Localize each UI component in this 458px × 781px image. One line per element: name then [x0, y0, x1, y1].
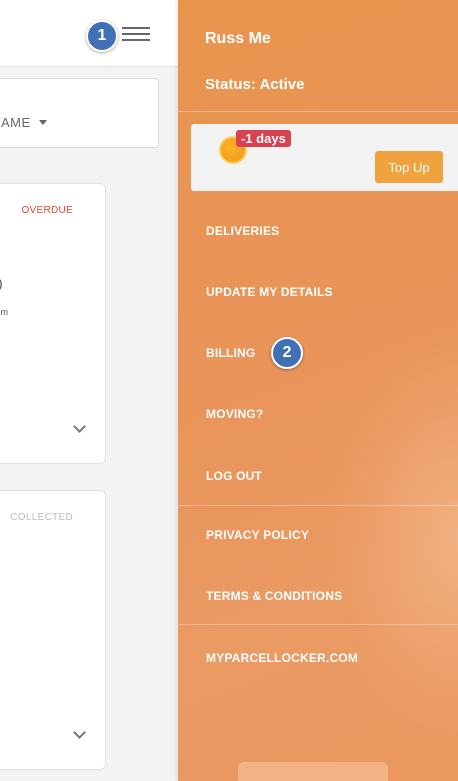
caret-down-icon: [39, 120, 47, 125]
card-time-text: l pm: [0, 307, 9, 317]
delivery-card[interactable]: COLLECTED: [0, 490, 106, 770]
menu-item-moving[interactable]: MOVING?: [206, 407, 263, 421]
menu-item-website[interactable]: MYPARCELLOCKER.COM: [206, 651, 358, 665]
menu-item-terms-conditions[interactable]: TERMS & CONDITIONS: [206, 589, 342, 603]
delivery-card[interactable]: OVERDUE d) l pm: [0, 183, 106, 464]
divider: [178, 624, 458, 625]
background-photo: [328, 330, 458, 750]
step-badge-1: 1: [86, 20, 118, 52]
user-status: Status: Active: [205, 76, 305, 93]
app-header: 1: [0, 0, 178, 67]
card-detail-text: d): [0, 276, 3, 291]
background-photo-detail: [238, 762, 388, 781]
status-badge: OVERDUE: [21, 205, 73, 216]
top-up-button[interactable]: Top Up: [375, 151, 443, 183]
chevron-down-icon[interactable]: [73, 420, 86, 433]
balance-panel: -1 days Top Up: [191, 124, 458, 191]
step-badge-2: 2: [271, 337, 303, 369]
divider: [178, 111, 458, 112]
menu-item-log-out[interactable]: LOG OUT: [206, 469, 262, 483]
sort-dropdown[interactable]: AME: [0, 78, 159, 148]
menu-item-privacy-policy[interactable]: PRIVACY POLICY: [206, 528, 309, 542]
divider: [178, 505, 458, 506]
sort-label: AME: [1, 115, 31, 130]
navigation-drawer: Russ Me Status: Active -1 days Top Up DE…: [178, 0, 458, 781]
hamburger-icon[interactable]: [122, 24, 150, 44]
status-badge: COLLECTED: [10, 512, 73, 523]
menu-item-billing[interactable]: BILLING: [206, 346, 255, 360]
days-badge: -1 days: [236, 130, 291, 147]
menu-item-deliveries[interactable]: DELIVERIES: [206, 224, 279, 238]
menu-item-update-my-details[interactable]: UPDATE MY DETAILS: [206, 285, 333, 299]
chevron-down-icon[interactable]: [73, 726, 86, 739]
user-name: Russ Me: [205, 30, 271, 47]
